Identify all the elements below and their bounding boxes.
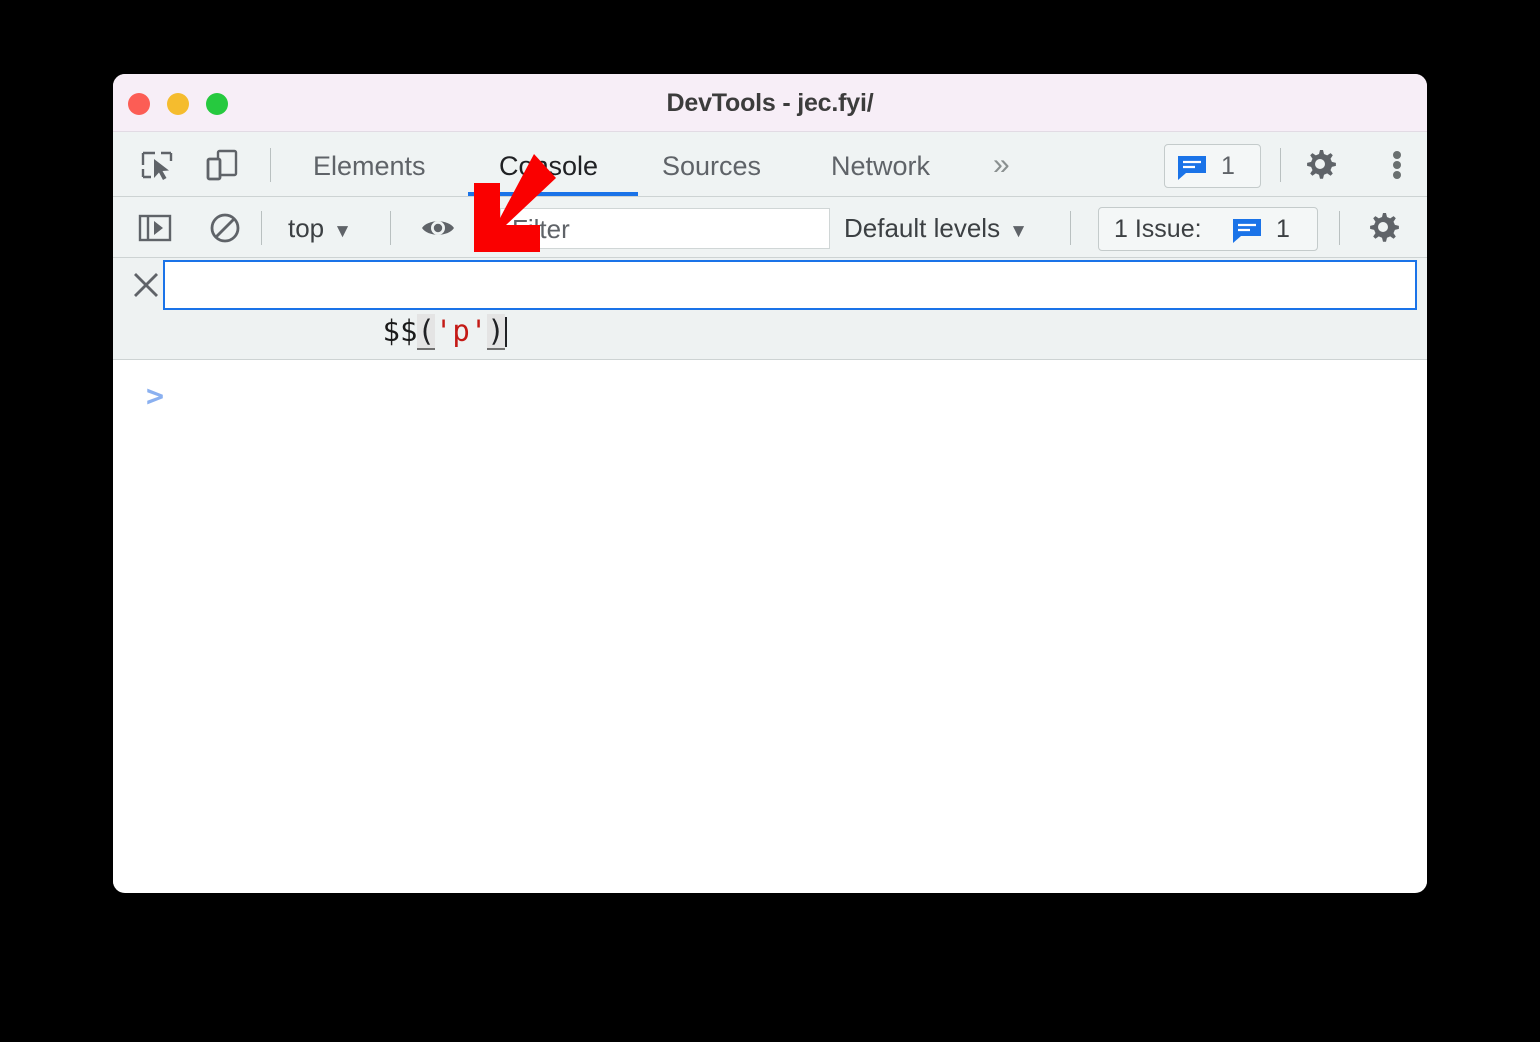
- inspect-element-icon[interactable]: [138, 146, 176, 184]
- issues-badge-count: 1: [1221, 152, 1235, 180]
- issues-counter-button[interactable]: 1 Issue: 1: [1098, 207, 1318, 251]
- console-toolbar-divider-5: [1339, 211, 1340, 245]
- issues-bubble-icon: [1177, 155, 1207, 186]
- window-titlebar: DevTools - jec.fyi/: [113, 74, 1427, 132]
- chevron-down-icon: ▼: [333, 221, 352, 242]
- devtools-tabbar: Elements Console Sources Network » 1: [113, 132, 1427, 197]
- console-prompt-code: $$('p'): [173, 262, 507, 350]
- device-toolbar-icon[interactable]: [203, 146, 241, 184]
- console-body: $$('p') (7) [p, p, p, p, p, p, p] >: [113, 258, 1427, 892]
- active-tab-indicator: [468, 192, 638, 196]
- console-sidebar-icon[interactable]: [136, 209, 174, 252]
- close-x-icon[interactable]: [128, 267, 164, 303]
- tab-network[interactable]: Network: [831, 146, 930, 186]
- gear-icon[interactable]: [1364, 208, 1402, 251]
- console-filter-input[interactable]: Filter: [500, 208, 830, 249]
- clear-console-icon[interactable]: [206, 209, 244, 252]
- gear-icon[interactable]: [1301, 145, 1339, 188]
- console-toolbar-divider-1: [261, 211, 262, 245]
- more-tabs-icon[interactable]: »: [993, 146, 1010, 186]
- log-levels-value: Default levels: [844, 213, 1001, 243]
- execution-context-selector[interactable]: top ▼: [288, 208, 352, 248]
- issues-counter-label: 1 Issue:: [1114, 215, 1202, 243]
- issues-bubble-icon: [1232, 218, 1262, 249]
- console-prompt-input[interactable]: $$('p'): [163, 260, 1417, 350]
- issues-badge-button[interactable]: 1: [1164, 144, 1261, 188]
- issues-counter-count: 1: [1276, 215, 1290, 243]
- devtools-window: DevTools - jec.fyi/ Elements Console Sou…: [113, 74, 1427, 893]
- eye-icon[interactable]: [419, 209, 457, 252]
- log-levels-selector[interactable]: Default levels ▼: [844, 208, 1028, 248]
- prompt-chevron-icon: >: [146, 379, 165, 414]
- tab-console[interactable]: Console: [499, 146, 598, 186]
- console-toolbar-divider-2: [390, 211, 391, 245]
- tabbar-divider-2: [1280, 148, 1281, 182]
- tab-sources[interactable]: Sources: [662, 146, 761, 186]
- console-result-line: (7) [p, p, p, p, p, p, p]: [171, 311, 741, 392]
- console-toolbar-divider-3: [475, 211, 476, 245]
- screenshot-stage: DevTools - jec.fyi/ Elements Console Sou…: [0, 0, 1540, 1042]
- window-title: DevTools - jec.fyi/: [666, 89, 874, 117]
- console-toolbar-divider-4: [1070, 211, 1071, 245]
- chevron-down-icon: ▼: [1009, 221, 1028, 242]
- console-entry-block: $$('p') (7) [p, p, p, p, p, p, p]: [113, 258, 1427, 392]
- console-new-prompt-row[interactable]: >: [113, 360, 1427, 430]
- execution-context-value: top: [288, 213, 325, 243]
- console-toolbar: top ▼ Filter Default levels ▼ 1 Issue: 1: [113, 197, 1427, 258]
- tab-elements[interactable]: Elements: [313, 146, 426, 186]
- console-filter-placeholder: Filter: [512, 214, 570, 244]
- tabbar-divider: [270, 148, 271, 182]
